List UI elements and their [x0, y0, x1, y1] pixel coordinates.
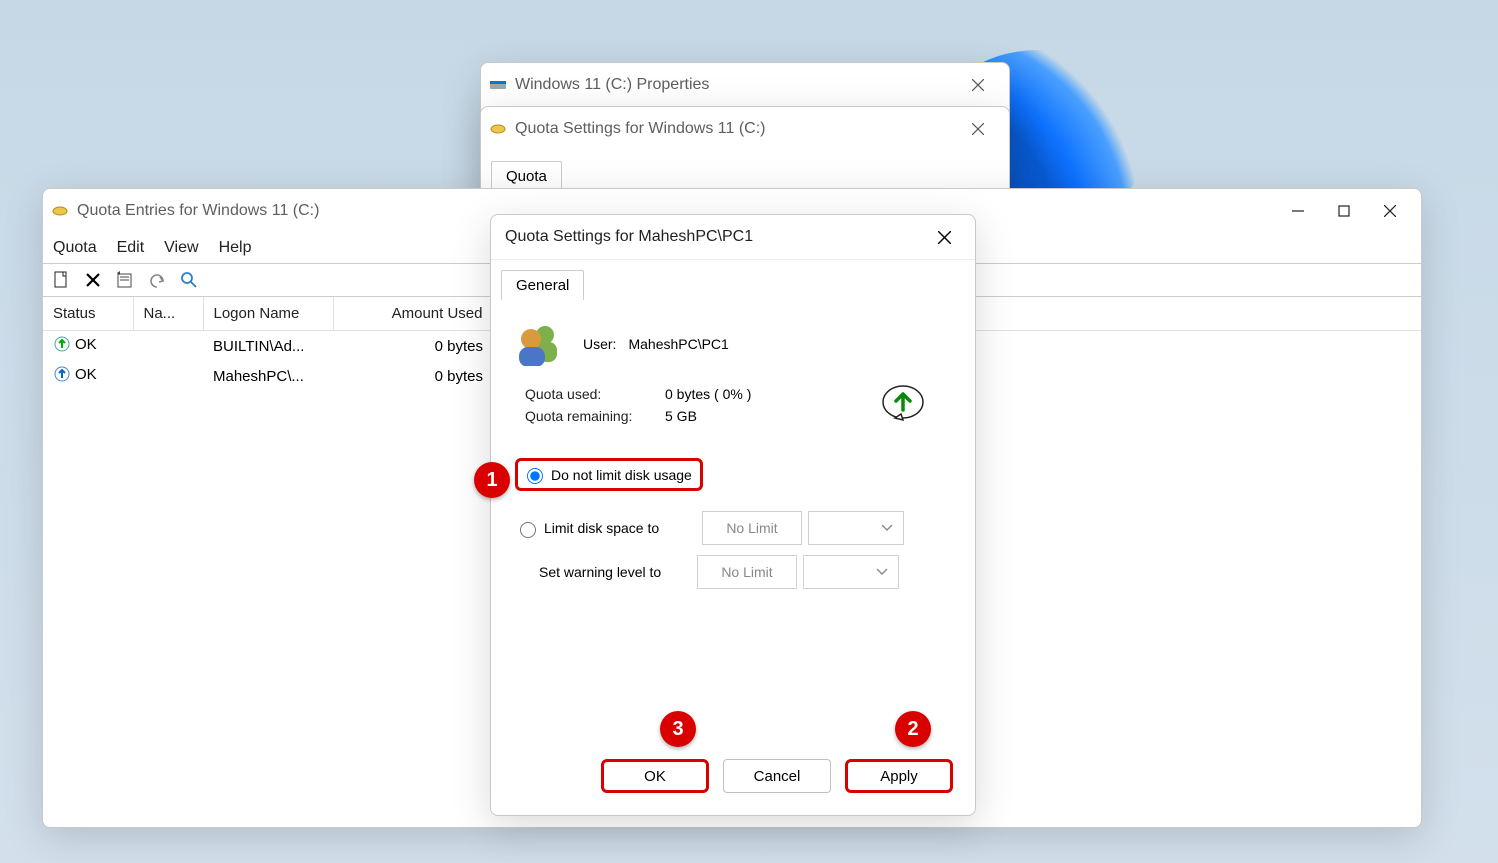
callout-2: 2	[895, 711, 931, 747]
delete-button[interactable]	[83, 270, 103, 290]
tabstrip: General	[491, 260, 975, 300]
undo-button[interactable]	[147, 270, 167, 290]
titlebar[interactable]: Quota Settings for Windows 11 (C:)	[481, 107, 1009, 151]
cancel-button[interactable]: Cancel	[723, 759, 831, 793]
menu-help[interactable]: Help	[219, 239, 252, 257]
dialog-title: Quota Settings for MaheshPC\PC1	[505, 228, 753, 246]
tab-general[interactable]: General	[501, 270, 584, 300]
minimize-icon	[1292, 205, 1304, 217]
ok-button[interactable]: OK	[601, 759, 709, 793]
window-title: Quota Settings for Windows 11 (C:)	[515, 120, 765, 138]
quota-remaining-value: 5 GB	[665, 408, 697, 424]
close-button[interactable]	[955, 69, 1001, 101]
window-title: Quota Entries for Windows 11 (C:)	[77, 202, 319, 220]
status-badge: OK	[53, 335, 97, 353]
col-logon[interactable]: Logon Name	[203, 297, 333, 331]
find-button[interactable]	[179, 270, 199, 290]
cell-used: 0 bytes	[333, 331, 493, 362]
dialog-content: User: MaheshPC\PC1 Quota used: 0 bytes (…	[491, 300, 975, 617]
col-amount-used[interactable]: Amount Used	[333, 297, 493, 331]
minimize-button[interactable]	[1275, 195, 1321, 227]
limit-value-input[interactable]: No Limit	[702, 511, 802, 545]
warning-unit-dropdown[interactable]	[803, 555, 899, 589]
new-entry-button[interactable]	[51, 270, 71, 290]
drive-icon	[489, 76, 507, 94]
quota-used-value: 0 bytes ( 0% )	[665, 386, 751, 402]
window-title: Windows 11 (C:) Properties	[515, 76, 709, 94]
radio-do-not-limit-input[interactable]	[527, 468, 543, 484]
maximize-icon	[1338, 205, 1350, 217]
titlebar[interactable]: Quota Settings for MaheshPC\PC1	[491, 215, 975, 259]
cell-logon: MaheshPC\...	[203, 361, 333, 391]
undo-icon	[148, 272, 166, 288]
close-button[interactable]	[921, 221, 967, 253]
cell-used: 0 bytes	[333, 361, 493, 391]
warning-value-input[interactable]: No Limit	[697, 555, 797, 589]
status-badge: OK	[53, 365, 97, 383]
radio-do-not-limit-label: Do not limit disk usage	[551, 467, 692, 483]
chevron-down-icon	[881, 524, 893, 532]
maximize-button[interactable]	[1321, 195, 1367, 227]
close-icon	[938, 231, 951, 244]
tab-quota[interactable]: Quota	[491, 161, 562, 191]
close-icon	[972, 123, 984, 135]
properties-button[interactable]	[115, 270, 135, 290]
col-status[interactable]: Status	[43, 297, 133, 331]
limit-unit-dropdown[interactable]	[808, 511, 904, 545]
user-row: User: MaheshPC\PC1	[515, 322, 951, 366]
close-button[interactable]	[955, 113, 1001, 145]
close-icon	[1384, 205, 1396, 217]
user-value: MaheshPC\PC1	[628, 336, 728, 352]
radio-do-not-limit[interactable]: Do not limit disk usage	[515, 458, 703, 491]
quota-used-label: Quota used:	[525, 386, 665, 402]
page-icon	[53, 271, 69, 289]
callout-3: 3	[660, 711, 696, 747]
search-icon	[180, 271, 198, 289]
properties-icon	[116, 271, 134, 289]
radio-limit-disk-input[interactable]	[520, 522, 536, 538]
titlebar[interactable]: Windows 11 (C:) Properties	[481, 63, 1009, 107]
disk-icon	[51, 202, 69, 220]
status-ok-icon	[53, 335, 71, 353]
users-icon	[515, 322, 563, 366]
chevron-down-icon	[876, 568, 888, 576]
disk-icon	[489, 120, 507, 138]
warning-level-row: Set warning level to No Limit	[515, 555, 951, 589]
menu-edit[interactable]: Edit	[117, 239, 145, 257]
callout-1: 1	[474, 462, 510, 498]
quota-remaining-label: Quota remaining:	[525, 408, 665, 424]
menu-quota[interactable]: Quota	[53, 239, 97, 257]
tabstrip: Quota	[481, 151, 1009, 191]
cell-logon: BUILTIN\Ad...	[203, 331, 333, 362]
x-icon	[85, 272, 101, 288]
quota-status-icon	[881, 382, 927, 428]
status-ok-icon	[53, 365, 71, 383]
close-button[interactable]	[1367, 195, 1413, 227]
status-text: OK	[75, 336, 97, 353]
dialog-buttons: OK Cancel Apply	[601, 759, 953, 793]
apply-button[interactable]: Apply	[845, 759, 953, 793]
status-text: OK	[75, 366, 97, 383]
user-label: User:	[583, 336, 616, 352]
col-name[interactable]: Na...	[133, 297, 203, 331]
radio-limit-disk-label: Limit disk space to	[544, 520, 702, 536]
radio-limit-disk[interactable]: Limit disk space to No Limit	[515, 511, 951, 545]
menu-view[interactable]: View	[164, 239, 198, 257]
warning-level-label: Set warning level to	[515, 564, 697, 580]
close-icon	[972, 79, 984, 91]
